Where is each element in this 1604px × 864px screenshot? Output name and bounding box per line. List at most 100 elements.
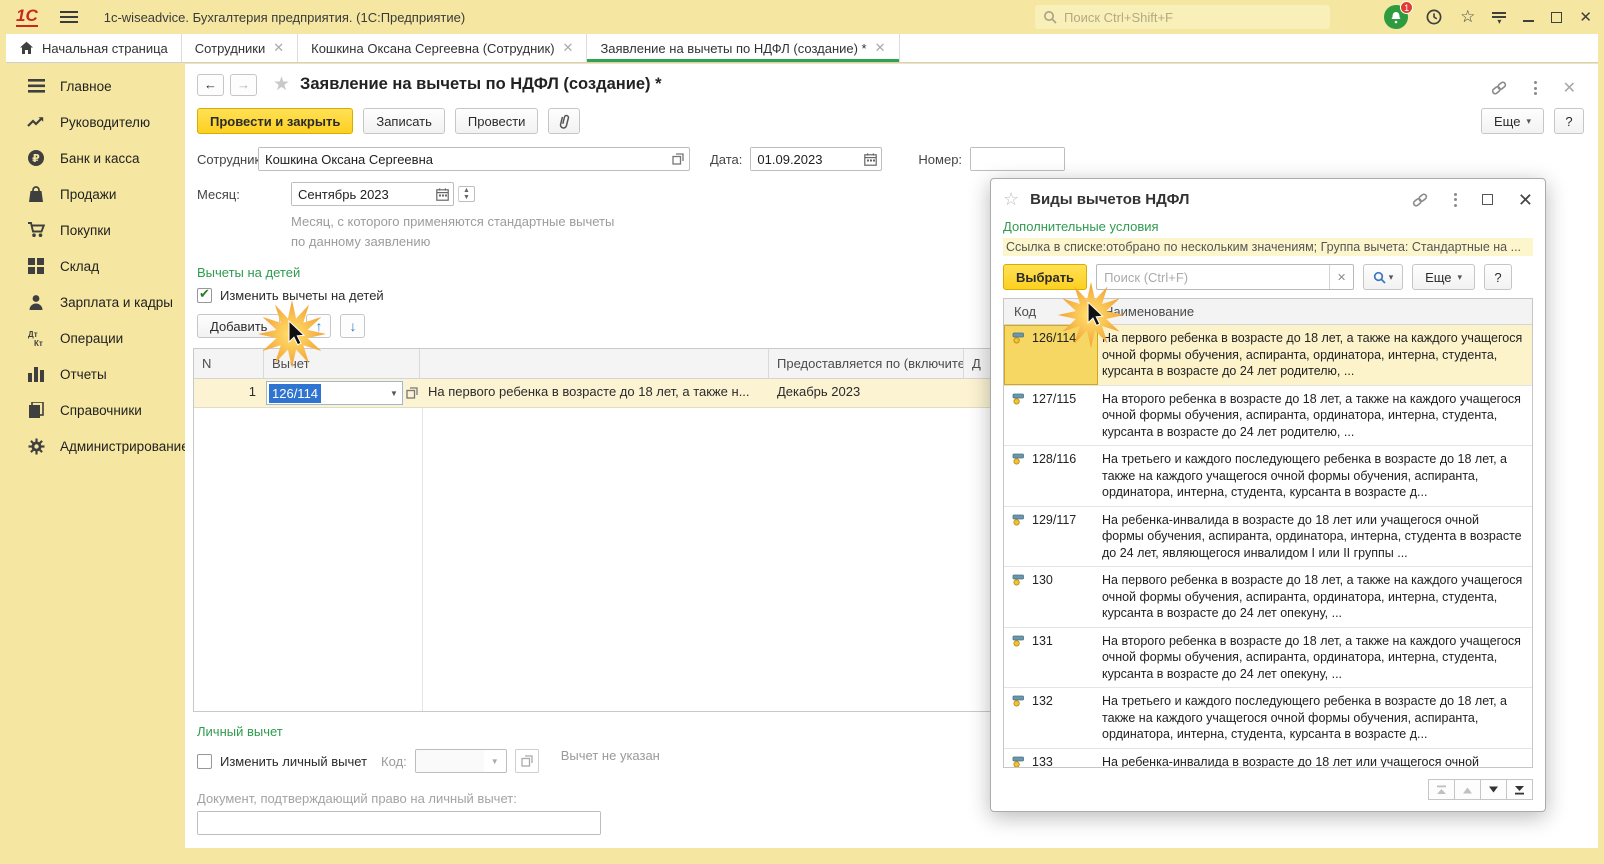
tab-close-icon[interactable]: ✕ [273,40,284,56]
favorite-star-icon[interactable]: ☆ [1003,189,1019,210]
sidebar-item-main[interactable]: Главное [6,68,185,104]
sidebar-item-operations[interactable]: Дт Кт Операции [6,320,185,356]
nav-forward-button[interactable]: → [230,73,257,96]
tab-close-icon[interactable]: ✕ [875,40,886,56]
post-and-close-button[interactable]: Провести и закрыть [197,108,354,134]
date-field[interactable] [750,147,883,171]
sidebar-item-catalogs[interactable]: Справочники [6,392,185,428]
month-field[interactable] [291,182,454,206]
go-first-button[interactable] [1428,779,1455,800]
tab-label: Кошкина Оксана Сергеевна (Сотрудник) [311,40,555,56]
history-icon[interactable] [1425,8,1443,26]
personal-code-input[interactable] [415,750,484,772]
more-menu-icon[interactable] [1533,81,1537,95]
favorites-star-icon[interactable]: ☆ [1460,7,1475,27]
minimize-button[interactable] [1523,12,1535,22]
col-until[interactable]: Предоставляется по (включительно) [769,349,964,378]
number-field[interactable] [970,147,1066,171]
move-up-button[interactable]: ↑ [306,314,332,338]
go-last-button[interactable] [1506,779,1533,800]
date-input[interactable] [751,148,860,170]
notifications-bell-icon[interactable]: 1 [1384,1,1414,29]
form-more-button[interactable]: Еще ▾ [1481,108,1544,134]
tab-employees[interactable]: Сотрудники ✕ [182,34,299,62]
deduction-type-row[interactable]: 130 На первого ребенка в возрасте до 18 … [1004,567,1532,628]
change-personal-checkbox[interactable] [197,753,212,769]
sidebar-item-bank[interactable]: ₽ Банк и касса [6,140,185,176]
tab-home[interactable]: Начальная страница [6,34,182,62]
post-button[interactable]: Провести [454,108,539,134]
additional-conditions-link[interactable]: Дополнительные условия [1003,219,1533,234]
code-cell-editor[interactable]: 126/114 ▼ [264,379,420,407]
deduction-type-row[interactable]: 128/116 На третьего и каждого последующе… [1004,446,1532,507]
col-code[interactable]: Код [1004,304,1098,319]
service-menu-icon[interactable]: ▾ [1492,11,1507,25]
maximize-icon[interactable] [1481,194,1493,205]
sidebar-item-warehouse[interactable]: Склад [6,248,185,284]
month-spinner[interactable]: ▲ ▼ [458,186,475,202]
sidebar-item-salary[interactable]: Зарплата и кадры [6,284,185,320]
deduction-type-row[interactable]: 129/117 На ребенка-инвалида в возрасте д… [1004,507,1532,567]
add-row-button[interactable]: Добавить [197,314,281,338]
dialog-search-input[interactable] [1097,269,1330,285]
tab-employee-card[interactable]: Кошкина Оксана Сергеевна (Сотрудник) ✕ [298,34,588,62]
col-description[interactable] [420,349,769,378]
tab-close-icon[interactable]: ✕ [563,40,574,56]
change-children-checkbox[interactable] [197,286,212,303]
month-input[interactable] [292,183,431,205]
spin-up-icon[interactable]: ▲ [463,187,470,194]
link-icon[interactable] [1490,80,1508,96]
col-n[interactable]: N [194,349,264,378]
write-button[interactable]: Записать [363,108,445,134]
calendar-icon[interactable] [859,148,881,170]
close-dialog-icon[interactable]: ✕ [1518,191,1533,209]
more-menu-icon[interactable] [1453,192,1457,207]
go-next-button[interactable] [1480,779,1507,800]
open-icon[interactable] [406,387,418,399]
number-input[interactable] [971,148,1065,170]
deduction-type-row[interactable]: 126/114 На первого ребенка в возрасте до… [1004,325,1532,386]
close-window-button[interactable]: ✕ [1579,10,1592,25]
tab-deduction-application[interactable]: Заявление на вычеты по НДФЛ (создание) *… [587,34,900,62]
employee-field[interactable] [258,147,690,171]
link-icon[interactable] [1411,192,1429,208]
select-button[interactable]: Выбрать [1003,264,1088,290]
close-form-icon[interactable]: ✕ [1563,78,1576,98]
employee-input[interactable] [259,148,667,170]
document-input[interactable] [198,812,600,834]
open-icon[interactable] [514,749,539,773]
go-prev-button[interactable] [1454,779,1481,800]
dialog-more-button[interactable]: Еще ▾ [1412,264,1476,290]
dropdown-icon[interactable]: ▼ [386,389,402,398]
nav-back-button[interactable]: ← [197,73,224,96]
clear-search-icon[interactable]: ✕ [1329,265,1353,289]
sidebar-item-manager[interactable]: Руководителю [6,104,185,140]
sidebar-item-administration[interactable]: Администрирование [6,428,189,464]
open-icon[interactable] [667,148,689,170]
global-search-input[interactable] [1064,9,1322,25]
dropdown-icon[interactable]: ▼ [484,750,506,772]
deduction-type-row[interactable]: 131 На второго ребенка в возрасте до 18 … [1004,628,1532,688]
move-down-button[interactable]: ↓ [340,314,366,338]
search-options-button[interactable]: ▾ [1363,264,1404,290]
dialog-search[interactable]: ✕ [1096,264,1355,290]
global-search[interactable] [1035,5,1330,29]
deduction-type-row[interactable]: 132 На третьего и каждого последующего р… [1004,688,1532,749]
col-kind[interactable]: Вычет [264,349,420,378]
calendar-icon[interactable] [431,183,453,205]
sidebar-item-sales[interactable]: Продажи [6,176,185,212]
sidebar-item-reports[interactable]: Отчеты [6,356,185,392]
personal-code-field[interactable]: ▼ [414,749,507,773]
restore-button[interactable] [1551,11,1563,23]
deduction-type-row[interactable]: 133 На ребенка-инвалида в возрасте до 18… [1004,749,1532,767]
favorite-star-icon[interactable]: ★ [273,73,290,96]
dialog-help-button[interactable]: ? [1484,264,1513,290]
form-help-button[interactable]: ? [1554,108,1584,134]
attachments-button[interactable] [548,108,581,134]
deduction-type-row[interactable]: 127/115 На второго ребенка в возрасте до… [1004,386,1532,446]
document-field[interactable] [197,811,601,835]
sidebar-item-purchases[interactable]: Покупки [6,212,185,248]
spin-down-icon[interactable]: ▼ [463,194,470,201]
main-menu-icon[interactable] [59,11,78,23]
col-name[interactable]: Наименование [1098,304,1532,319]
